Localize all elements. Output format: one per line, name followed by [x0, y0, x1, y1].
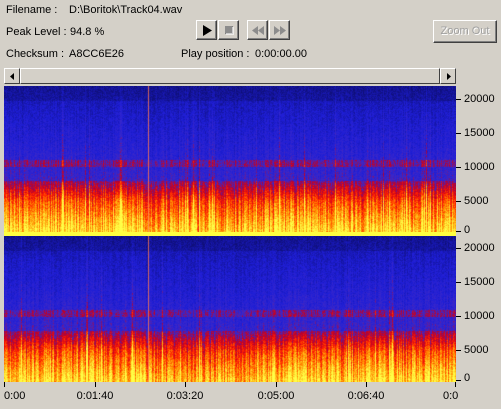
rewind-button[interactable]: [247, 20, 268, 40]
y-tick: [456, 99, 461, 100]
scrollbar-thumb[interactable]: [20, 68, 440, 84]
y-tick-label: 0: [464, 224, 471, 236]
horizontal-scrollbar[interactable]: [4, 68, 456, 84]
filename-label: Filename :: [6, 4, 58, 16]
zoom-out-button[interactable]: Zoom Out: [433, 20, 497, 43]
stop-button[interactable]: [218, 20, 239, 40]
time-axis: 0:00 0:01:40 0:03:20 0:05:00 0:06:40 0:0: [4, 382, 458, 409]
x-tick: [366, 382, 367, 387]
scroll-right-button[interactable]: [440, 68, 456, 84]
y-tick-label: 10000: [464, 161, 495, 173]
x-tick: [4, 382, 5, 387]
y-tick: [456, 133, 461, 134]
play-position-label: Play position :: [181, 48, 250, 60]
frequency-axis-top: 20000 15000 10000 5000 0: [456, 86, 501, 236]
y-tick: [456, 167, 461, 168]
y-tick-label: 5000: [464, 195, 489, 207]
x-tick: [276, 382, 277, 387]
play-button[interactable]: [196, 20, 217, 40]
peak-level-label: Peak Level :: [6, 26, 67, 38]
y-tick-label: 15000: [464, 127, 495, 139]
spectrogram-channel-bottom[interactable]: [4, 236, 456, 382]
x-tick-label: 0:01:40: [76, 390, 114, 402]
x-tick-label: 0:00: [4, 390, 26, 402]
checksum-value: A8CC6E26: [69, 48, 125, 60]
y-tick-label: 10000: [464, 310, 495, 322]
frequency-axis-bottom: 20000 15000 10000 5000 0: [456, 236, 501, 384]
play-position-value: 0:00:00.00: [255, 48, 307, 60]
y-tick-label: 15000: [464, 276, 495, 288]
peak-level-value: 94.8 %: [70, 26, 105, 38]
x-tick-label: 0:06:40: [347, 390, 385, 402]
y-tick: [456, 380, 461, 381]
x-tick: [185, 382, 186, 387]
x-tick: [95, 382, 96, 387]
y-tick-label: 20000: [464, 242, 495, 254]
y-tick: [456, 316, 461, 317]
fast-forward-button[interactable]: [269, 20, 290, 40]
y-tick: [456, 248, 461, 249]
filename-value: D:\Boritok\Track04.wav: [69, 4, 183, 16]
x-tick-label: 0:05:00: [257, 390, 295, 402]
y-tick: [456, 201, 461, 202]
spectrogram-channel-top[interactable]: [4, 86, 456, 232]
y-tick-label: 20000: [464, 93, 495, 105]
scroll-left-button[interactable]: [4, 68, 20, 84]
y-tick: [456, 282, 461, 283]
y-tick: [456, 231, 461, 232]
x-tick-label: 0:0: [443, 390, 459, 402]
x-tick-label: 0:03:20: [166, 390, 204, 402]
x-tick: [455, 382, 456, 387]
y-tick-label: 0: [464, 372, 471, 384]
checksum-label: Checksum :: [6, 48, 65, 60]
y-tick: [456, 350, 461, 351]
y-tick-label: 5000: [464, 344, 489, 356]
